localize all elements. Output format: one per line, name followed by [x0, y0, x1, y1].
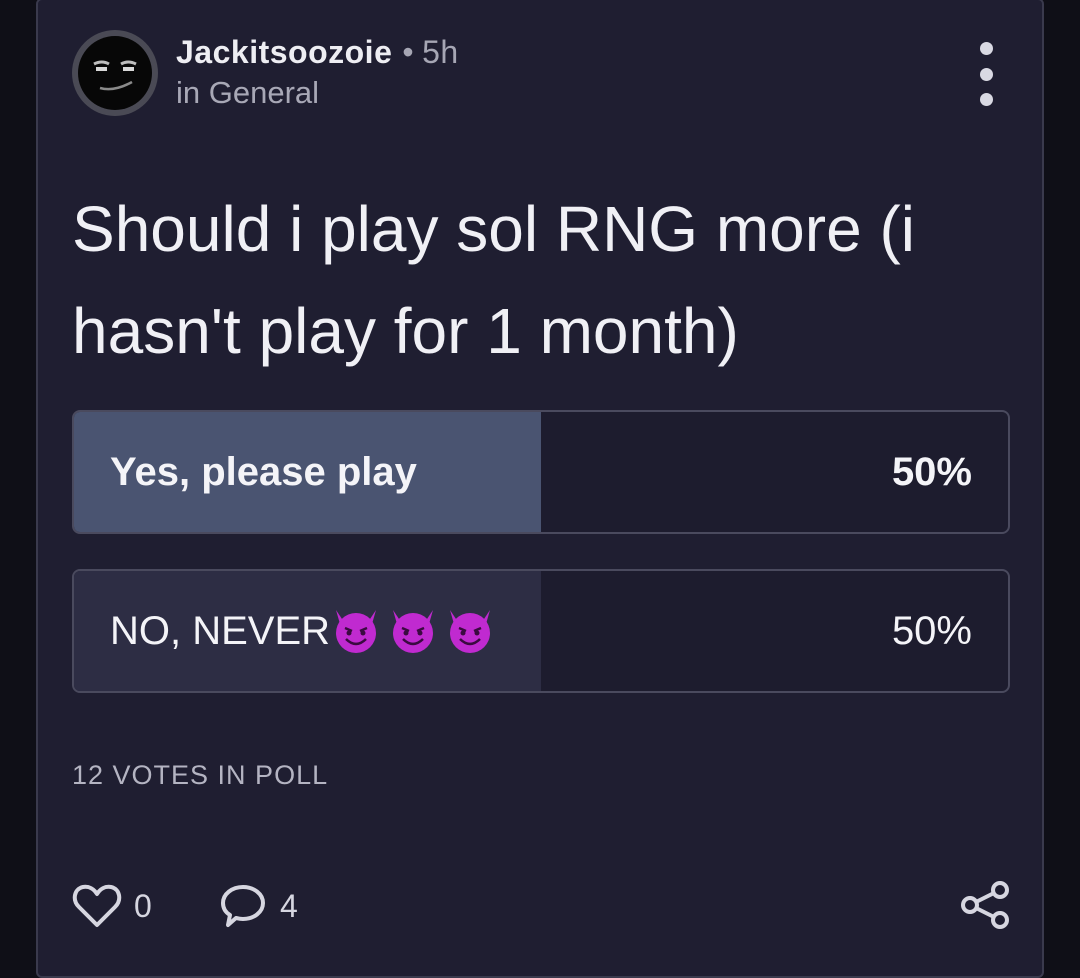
post-category[interactable]: in General [176, 75, 319, 111]
post-author-line: Jackitsoozoie • 5h [176, 34, 459, 71]
share-icon [961, 881, 1009, 929]
post-actions: 0 4 [72, 878, 1012, 934]
poll-option-yes[interactable]: Yes, please play 50% [72, 410, 1010, 534]
poll-option-no[interactable]: NO, NEVER 50% [72, 569, 1010, 693]
smiling-imp-icon [393, 610, 434, 654]
poll-option-label-wrap: NO, NEVER [110, 571, 501, 691]
more-dot-icon [979, 93, 993, 106]
poll-option-percent: 50% [891, 450, 972, 494]
avatar[interactable] [72, 30, 158, 116]
post-time: 5h [422, 34, 459, 70]
author-name[interactable]: Jackitsoozoie [176, 34, 392, 70]
like-button[interactable]: 0 [72, 878, 152, 934]
comment-button[interactable]: 4 [218, 878, 298, 934]
smiling-imp-icon [336, 610, 377, 654]
avatar-image [74, 32, 156, 114]
comment-count: 4 [280, 887, 298, 924]
poll-votes-count: 12 VOTES IN POLL [72, 760, 329, 790]
more-options-button[interactable] [966, 42, 1006, 106]
separator-dot: • [402, 34, 415, 70]
post-title: Should i play sol RNG more (i hasn't pla… [72, 193, 915, 367]
poll-option-label: NO, NEVER [110, 609, 331, 653]
like-count: 0 [134, 887, 152, 924]
more-dot-icon [979, 42, 993, 55]
emoji-group [330, 604, 501, 656]
smiling-imp-icon [450, 610, 491, 654]
poll-option-percent: 50% [891, 609, 972, 653]
comment-bubble-icon [221, 885, 265, 927]
heart-icon [72, 884, 122, 927]
more-dot-icon [979, 67, 993, 81]
post-card: Jackitsoozoie • 5h in General Should i pla… [36, 0, 1044, 978]
poll-option-label: Yes, please play [110, 450, 417, 494]
share-button[interactable] [958, 880, 1012, 935]
